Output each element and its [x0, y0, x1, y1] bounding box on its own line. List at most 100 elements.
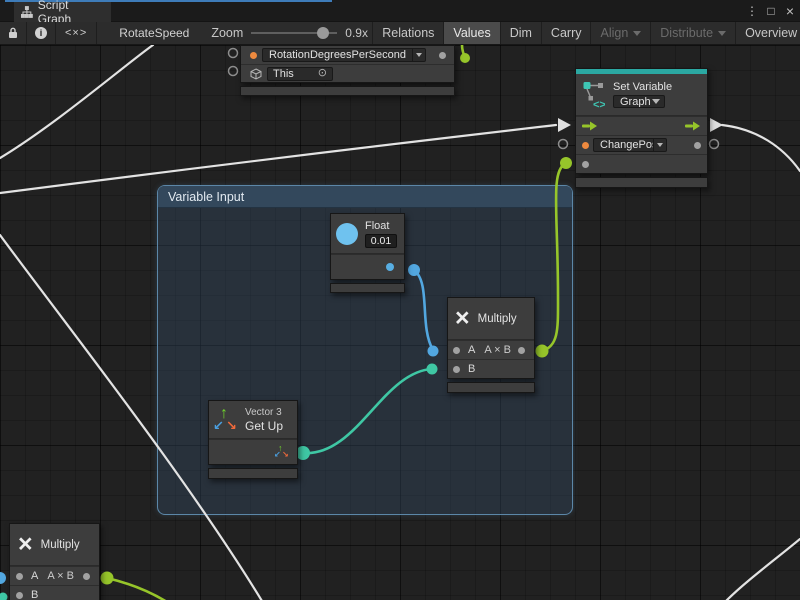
vector3-right-arrow: ↘ [282, 451, 289, 459]
input-a-port-dot[interactable] [453, 347, 460, 354]
button-label: Relations [382, 26, 434, 40]
toolbar-button-dim[interactable]: Dim [501, 22, 542, 44]
node-multiply-2[interactable]: × Multiply A A × B B [9, 523, 100, 600]
info-button[interactable]: i [27, 22, 56, 44]
vector3-icon: ↑ ↙ ↘ [213, 406, 240, 434]
dropdown-caret-box[interactable] [412, 49, 425, 61]
node-footer [208, 468, 298, 479]
flow-arrowhead-in[interactable] [558, 118, 571, 132]
toolbar-button-carry[interactable]: Carry [542, 22, 592, 44]
zoom-value: 0.9x [345, 26, 368, 40]
flow-out-arrow-icon[interactable] [685, 120, 701, 132]
button-label: Distribute [660, 26, 713, 40]
input-b-label: B [468, 363, 475, 375]
node-title: Float [365, 220, 389, 232]
multiply-icon: × [18, 532, 33, 557]
port-dot-getvariable-output[interactable] [460, 53, 470, 63]
wire-green-bottom[interactable] [107, 578, 167, 600]
multiply-row-a: A A × B [448, 340, 534, 359]
port-dot-multiply2-a[interactable] [0, 572, 6, 584]
node-get-variable[interactable]: RotationDegreesPerSecond This ⊙ [240, 45, 455, 96]
multiply-row-a: A A × B [10, 566, 99, 585]
object-picker-icon[interactable]: ⊙ [318, 68, 327, 79]
lock-button[interactable] [0, 22, 27, 44]
button-label: Values [453, 26, 490, 40]
tab-script-graph[interactable]: Script Graph [14, 2, 111, 22]
port-ring-setvariable-right[interactable] [710, 140, 719, 149]
multiply-row-b: B [10, 585, 99, 600]
close-icon[interactable]: × [782, 0, 798, 22]
input-a-port-dot[interactable] [16, 573, 23, 580]
node-title: Set Variable [613, 81, 672, 93]
graph-canvas[interactable]: Variable Input [0, 45, 800, 600]
variable-scope-dropdown[interactable]: Graph [613, 95, 665, 108]
node-type-label: Vector 3 [245, 407, 283, 418]
dropdown-caret-icon [652, 99, 660, 104]
node-footer [575, 177, 708, 188]
vector3-output-port-icon[interactable]: ↑ ↙ ↘ [274, 444, 290, 460]
group-header[interactable]: Variable Input [158, 186, 572, 208]
variable-port-dot[interactable] [582, 142, 589, 149]
toolbar-button-relations[interactable]: Relations [373, 22, 444, 44]
dropdown-caret-box[interactable] [653, 139, 666, 151]
node-float[interactable]: Float 0.01 [330, 213, 405, 293]
window-controls: ⋮ □ × [744, 0, 798, 22]
group-title: Variable Input [168, 190, 244, 204]
input-b-port-dot[interactable] [16, 592, 23, 599]
node-title: Multiply [478, 313, 517, 325]
unity-script-graph-window: Script Graph ⋮ □ × i <×> Rotate [0, 0, 800, 600]
graph-name-label[interactable]: RotateSpeed [119, 26, 189, 40]
flow-arrowhead-out[interactable] [710, 118, 723, 132]
output-port-dot[interactable] [518, 347, 525, 354]
float-output-row [331, 254, 404, 279]
wire-white-top-left[interactable] [0, 45, 153, 158]
zoom-slider[interactable] [251, 26, 337, 40]
toolbar-button-overview[interactable]: Overview [736, 22, 800, 44]
port-ring-setvariable-left[interactable] [559, 140, 568, 149]
dropdown-caret-icon [416, 53, 422, 57]
port-dot-multiply2-output[interactable] [101, 572, 114, 585]
value-port-dot[interactable] [582, 161, 589, 168]
get-up-header: ↑ ↙ ↘ Vector 3 Get Up [209, 401, 297, 439]
float-header: Float 0.01 [331, 214, 404, 254]
variable-port-dot[interactable] [250, 52, 257, 59]
wire-green-top[interactable] [462, 45, 465, 58]
input-b-label: B [31, 589, 38, 600]
tab-bar: Script Graph ⋮ □ × [0, 0, 800, 22]
lock-icon [8, 27, 18, 39]
variable-name-dropdown[interactable]: RotationDegreesPerSecond [262, 48, 426, 62]
node-get-up[interactable]: ↑ ↙ ↘ Vector 3 Get Up ↑ ↙ ↘ [208, 400, 298, 479]
target-object-field[interactable]: This ⊙ [267, 67, 333, 81]
multiply-row-b: B [448, 359, 534, 378]
toolbar-button-align[interactable]: Align [591, 22, 651, 44]
port-ring-getvariable-row1[interactable] [229, 49, 238, 58]
input-b-port-dot[interactable] [453, 366, 460, 373]
port-ring-getvariable-row2[interactable] [229, 67, 238, 76]
output-port-dot[interactable] [694, 142, 701, 149]
info-icon: i [35, 27, 47, 39]
wire-white-flow-out[interactable] [722, 125, 800, 171]
zoom-slider-handle[interactable] [317, 27, 329, 39]
output-label: A × B [484, 344, 511, 356]
output-port-dot[interactable] [439, 52, 446, 59]
multiply-header: × Multiply [10, 524, 99, 566]
variable-name-dropdown[interactable]: ChangePos [593, 138, 667, 152]
toolbar-button-values[interactable]: Values [444, 22, 500, 44]
multiply-icon: × [455, 306, 470, 331]
menu-icon[interactable]: ⋮ [744, 0, 760, 22]
code-view-button[interactable]: <×> [56, 22, 97, 44]
port-dot-multiply2-b[interactable] [0, 593, 8, 600]
output-port-dot[interactable] [386, 263, 394, 271]
node-multiply[interactable]: × Multiply A A × B B [447, 297, 535, 393]
maximize-icon[interactable]: □ [763, 0, 779, 22]
set-variable-header: <> Set Variable Graph [576, 74, 707, 116]
toolbar-button-distribute[interactable]: Distribute [651, 22, 736, 44]
port-dot-setvariable-input[interactable] [560, 157, 572, 169]
wire-white-flow-in[interactable] [0, 125, 556, 193]
node-set-variable[interactable]: <> Set Variable Graph [575, 68, 708, 188]
wire-white-bottom-right[interactable] [726, 539, 800, 600]
output-port-dot[interactable] [83, 573, 90, 580]
flow-in-arrow-icon[interactable] [582, 120, 598, 132]
multiply-header: × Multiply [448, 298, 534, 340]
float-value-input[interactable]: 0.01 [365, 234, 397, 248]
